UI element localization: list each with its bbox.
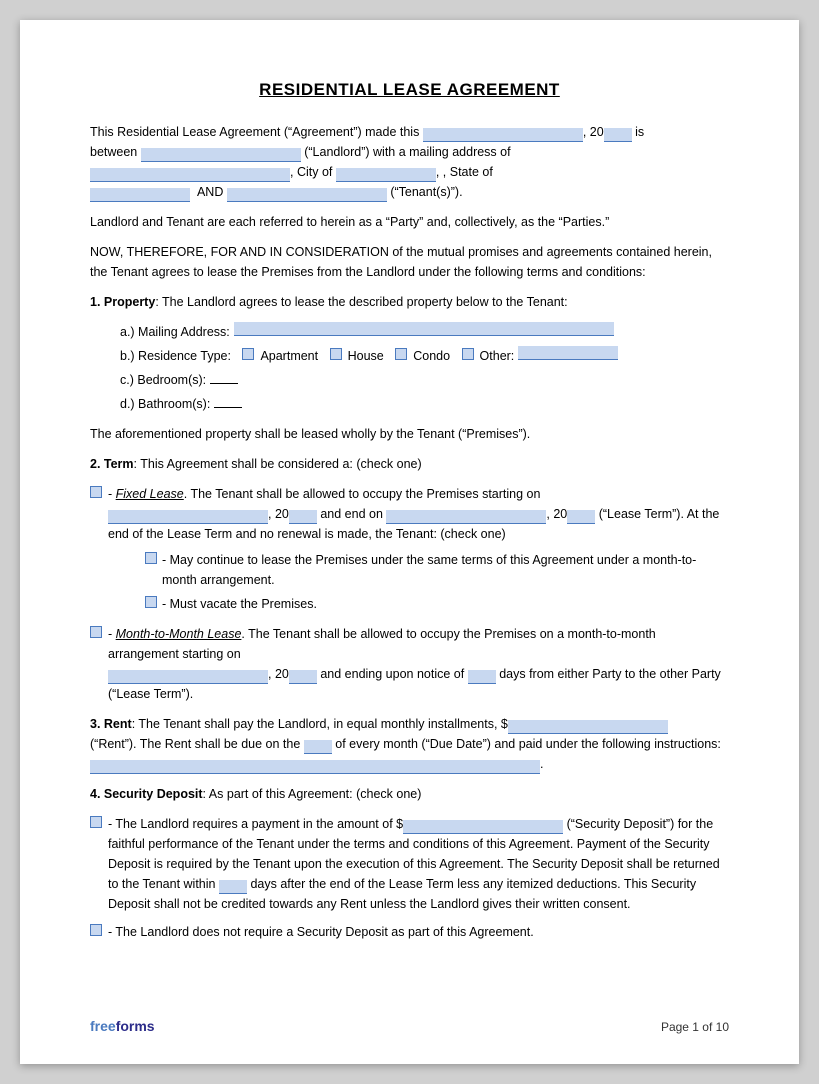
landlord-name-field[interactable]: [141, 148, 301, 162]
no-deposit-item: - The Landlord does not require a Securi…: [90, 922, 729, 942]
intro-block: This Residential Lease Agreement (“Agree…: [90, 122, 729, 942]
tenant-name-field[interactable]: [227, 188, 387, 202]
notice-days-field[interactable]: [468, 670, 496, 684]
fixed-start-year[interactable]: [289, 510, 317, 524]
return-days-field[interactable]: [219, 880, 247, 894]
sub-check-vacate: - Must vacate the Premises.: [145, 594, 729, 614]
deposit-amount-field[interactable]: [403, 820, 563, 834]
rent-amount-field[interactable]: [508, 720, 668, 734]
sub-check-continue: - May continue to lease the Premises und…: [145, 550, 729, 590]
house-checkbox[interactable]: [330, 348, 342, 360]
fixed-lease-item: - Fixed Lease. The Tenant shall be allow…: [90, 484, 729, 544]
intro-line1: This Residential Lease Agreement (“Agree…: [90, 122, 729, 202]
section2-header: 2. Term: This Agreement shall be conside…: [90, 454, 729, 474]
mailing-address-field[interactable]: [234, 322, 614, 336]
mailing-address-row: a.) Mailing Address:: [120, 322, 729, 342]
year-field[interactable]: [604, 128, 632, 142]
continue-checkbox[interactable]: [145, 552, 157, 564]
fixed-start-field[interactable]: [108, 510, 268, 524]
fixed-lease-checkbox[interactable]: [90, 486, 102, 498]
date-field[interactable]: [423, 128, 583, 142]
month-lease-checkbox[interactable]: [90, 626, 102, 638]
document-title: RESIDENTIAL LEASE AGREEMENT: [90, 80, 729, 100]
bathrooms-row: d.) Bathroom(s):: [120, 394, 729, 414]
parties-note: Landlord and Tenant are each referred to…: [90, 212, 729, 232]
due-date-field[interactable]: [304, 740, 332, 754]
consideration-text: NOW, THEREFORE, FOR AND IN CONSIDERATION…: [90, 242, 729, 282]
brand-free: free: [90, 1018, 116, 1034]
month-lease-item: - Month-to-Month Lease. The Tenant shall…: [90, 624, 729, 704]
document-page: RESIDENTIAL LEASE AGREEMENT This Residen…: [20, 20, 799, 1064]
residence-type-row: b.) Residence Type: Apartment House Cond…: [120, 346, 729, 366]
month-start-field[interactable]: [108, 670, 268, 684]
section4-header: 4. Security Deposit: As part of this Agr…: [90, 784, 729, 804]
no-deposit-checkbox[interactable]: [90, 924, 102, 936]
brand-logo: freeforms: [90, 1018, 155, 1034]
security-deposit-item: - The Landlord requires a payment in the…: [90, 814, 729, 914]
bathrooms-field[interactable]: [214, 394, 242, 408]
section1-header: 1. Property: The Landlord agrees to leas…: [90, 292, 729, 312]
fixed-lease-block: - Fixed Lease. The Tenant shall be allow…: [90, 484, 729, 614]
city-field[interactable]: [336, 168, 436, 182]
condo-checkbox[interactable]: [395, 348, 407, 360]
apartment-checkbox[interactable]: [242, 348, 254, 360]
address-field[interactable]: [90, 168, 290, 182]
security-deposit-checkbox[interactable]: [90, 816, 102, 828]
bedrooms-row: c.) Bedroom(s):: [120, 370, 729, 390]
brand-forms: forms: [116, 1018, 155, 1034]
payment-instructions-field[interactable]: [90, 760, 540, 774]
fixed-end-year[interactable]: [567, 510, 595, 524]
state-field[interactable]: [90, 188, 190, 202]
vacate-checkbox[interactable]: [145, 596, 157, 608]
other-field[interactable]: [518, 346, 618, 360]
month-start-year[interactable]: [289, 670, 317, 684]
property-list: a.) Mailing Address: b.) Residence Type:…: [120, 322, 729, 414]
other-checkbox[interactable]: [462, 348, 474, 360]
bedrooms-field[interactable]: [210, 370, 238, 384]
fixed-end-field[interactable]: [386, 510, 546, 524]
page-number: Page 1 of 10: [661, 1020, 729, 1034]
premises-closing: The aforementioned property shall be lea…: [90, 424, 729, 444]
section3-block: 3. Rent: The Tenant shall pay the Landlo…: [90, 714, 729, 774]
footer: freeforms Page 1 of 10: [90, 1018, 729, 1034]
